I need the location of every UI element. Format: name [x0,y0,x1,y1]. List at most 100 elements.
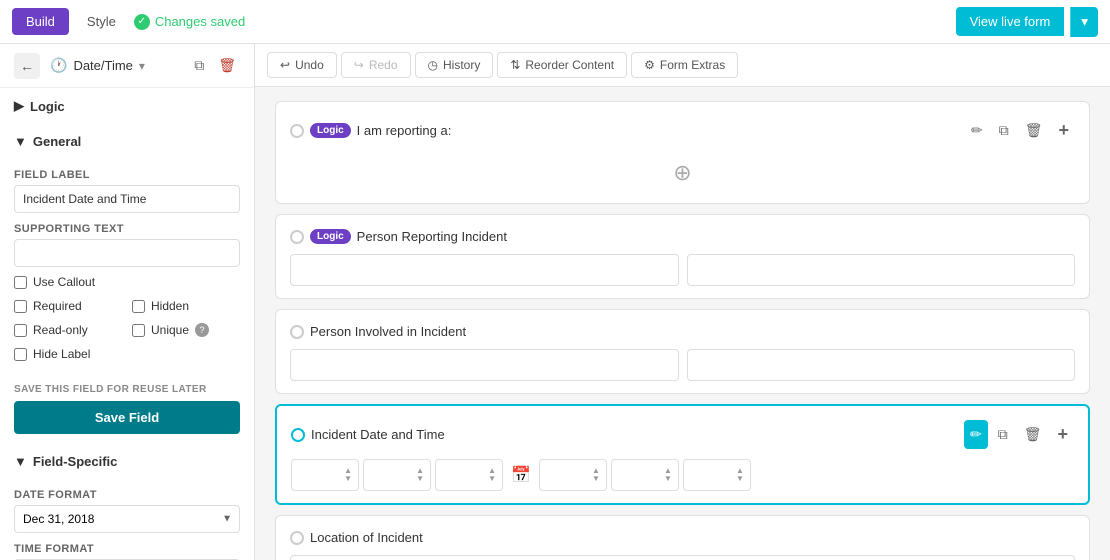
add-field-1-button[interactable]: + [1052,116,1075,145]
field-label-input[interactable] [14,185,240,213]
form-field-person-involved: Person Involved in Incident [275,309,1090,394]
general-section-toggle[interactable]: ▼ General [0,124,254,159]
unique-checkbox[interactable] [132,324,145,337]
tab-style[interactable]: Style [73,8,130,35]
datetime-seconds-input[interactable]: ▲▼ [435,459,503,491]
calendar-icon-button[interactable]: 📅 [507,465,535,485]
delete-field-1-button[interactable]: 🗑 [1019,116,1049,145]
form-field-location: Location of Incident [275,515,1090,560]
duplicate-field-button[interactable]: ⧉ [190,55,208,76]
radio-dot-4 [291,428,305,442]
datetime-hours-input[interactable]: ▲▼ [291,459,359,491]
form-field-incident-datetime: Incident Date and Time ✏ ⧉ 🗑 + ▲▼ [275,404,1090,505]
history-icon: ◷ [428,58,438,72]
right-content: ↩ Undo ↪ Redo ◷ History ⇅ Reorder Conten… [255,44,1110,560]
form-field-header-2: Logic Person Reporting Incident [290,229,1075,244]
top-bar: Build Style ✓ Changes saved View live fo… [0,0,1110,44]
datetime-day-input[interactable]: ▲▼ [611,459,679,491]
copy-field-1-button[interactable]: ⧉ [993,116,1015,145]
input-row-5 [290,555,1075,560]
datetime-month-input[interactable]: ▲▼ [539,459,607,491]
spin-down-day[interactable]: ▼ [664,475,672,483]
form-area: Logic I am reporting a: ✏ ⧉ 🗑 + ⊕ [255,87,1110,560]
add-field-4-button[interactable]: + [1051,420,1074,449]
datetime-minutes-input[interactable]: ▲▼ [363,459,431,491]
changes-saved-status: ✓ Changes saved [134,14,245,30]
save-section: SAVE THIS FIELD FOR REUSE LATER Save Fie… [0,376,254,444]
radio-dot-3 [290,325,304,339]
toolbar: ↩ Undo ↪ Redo ◷ History ⇅ Reorder Conten… [255,44,1110,87]
top-bar-right: View live form ▾ [956,7,1098,37]
radio-dot-2 [290,230,304,244]
spin-down-month[interactable]: ▼ [592,475,600,483]
top-bar-left: Build Style ✓ Changes saved [12,8,245,35]
history-button[interactable]: ◷ History [415,52,494,78]
reorder-icon: ⇅ [510,58,520,72]
form-field-person-reporting: Logic Person Reporting Incident [275,214,1090,299]
field-actions-1: ✏ ⧉ 🗑 + [965,116,1075,145]
input-row-3 [290,349,1075,381]
general-section: FIELD LABEL SUPPORTING TEXT Use Callout … [0,169,254,376]
spin-down-seconds[interactable]: ▼ [488,475,496,483]
date-format-select-wrapper: Dec 31, 2018 12/31/2018 31/12/2018 ▼ [14,505,240,533]
form-field-header-5: Location of Incident [290,530,1075,545]
view-live-button[interactable]: View live form [956,7,1065,36]
field-title-5: Location of Incident [310,530,1075,545]
datetime-row: ▲▼ ▲▼ ▲▼ 📅 ▲▼ [291,459,1074,491]
reorder-button[interactable]: ⇅ Reorder Content [497,52,627,78]
tab-build[interactable]: Build [12,8,69,35]
field-title-4: Incident Date and Time [311,427,958,442]
redo-icon: ↪ [354,58,364,72]
save-field-button[interactable]: Save Field [14,401,240,434]
input-placeholder-5 [290,555,1075,560]
field-title-2: Person Reporting Incident [357,229,1075,244]
undo-icon: ↩ [280,58,290,72]
form-extras-button[interactable]: ⚙ Form Extras [631,52,738,78]
delete-field-button[interactable]: 🗑 [214,55,240,76]
input-placeholder-3b [687,349,1076,381]
move-cursor-1[interactable]: ⊕ [673,160,691,186]
form-field-reporting: Logic I am reporting a: ✏ ⧉ 🗑 + ⊕ [275,101,1090,204]
logic-badge-1: Logic [310,123,351,138]
view-live-dropdown-button[interactable]: ▾ [1070,7,1098,37]
form-field-header-4: Incident Date and Time ✏ ⧉ 🗑 + [291,420,1074,449]
input-placeholder-3a [290,349,679,381]
extras-icon: ⚙ [644,58,655,72]
form-field-header-1: Logic I am reporting a: ✏ ⧉ 🗑 + [290,116,1075,145]
spin-down-minutes[interactable]: ▼ [416,475,424,483]
readonly-checkbox[interactable] [14,324,27,337]
copy-field-4-button[interactable]: ⧉ [992,420,1014,449]
hide-label-checkbox[interactable] [14,348,27,361]
form-field-header-3: Person Involved in Incident [290,324,1075,339]
input-placeholder-2b [687,254,1076,286]
required-checkbox[interactable] [14,300,27,313]
panel-header-actions: ⧉ 🗑 [190,55,240,76]
unique-help-icon[interactable]: ? [195,323,209,337]
hidden-checkbox[interactable] [132,300,145,313]
logic-section-toggle[interactable]: ▶ Logic [0,88,254,124]
use-callout-checkbox[interactable] [14,276,27,289]
supporting-text-input[interactable] [14,239,240,267]
delete-field-4-button[interactable]: 🗑 [1018,420,1048,449]
radio-dot-1 [290,124,304,138]
field-specific-section: DATE FORMAT Dec 31, 2018 12/31/2018 31/1… [0,489,254,560]
radio-dot-5 [290,531,304,545]
redo-button[interactable]: ↪ Redo [341,52,411,78]
undo-button[interactable]: ↩ Undo [267,52,337,78]
panel-header: ← 🕐 Date/Time ▾ ⧉ 🗑 [0,44,254,88]
spin-down-hours[interactable]: ▼ [344,475,352,483]
logic-badge-2: Logic [310,229,351,244]
left-panel: ← 🕐 Date/Time ▾ ⧉ 🗑 ▶ Logic ▼ General FI… [0,44,255,560]
field-title-1: I am reporting a: [357,123,959,138]
field-specific-section-toggle[interactable]: ▼ Field-Specific [0,444,254,479]
back-button[interactable]: ← [14,53,40,79]
spin-down-year[interactable]: ▼ [736,475,744,483]
input-row-2 [290,254,1075,286]
field-actions-4: ✏ ⧉ 🗑 + [964,420,1074,449]
edit-field-4-button[interactable]: ✏ [964,420,988,449]
date-format-select[interactable]: Dec 31, 2018 12/31/2018 31/12/2018 [14,505,240,533]
panel-title: 🕐 Date/Time ▾ [50,57,190,74]
input-placeholder-2a [290,254,679,286]
datetime-year-input[interactable]: ▲▼ [683,459,751,491]
edit-field-1-button[interactable]: ✏ [965,116,989,145]
